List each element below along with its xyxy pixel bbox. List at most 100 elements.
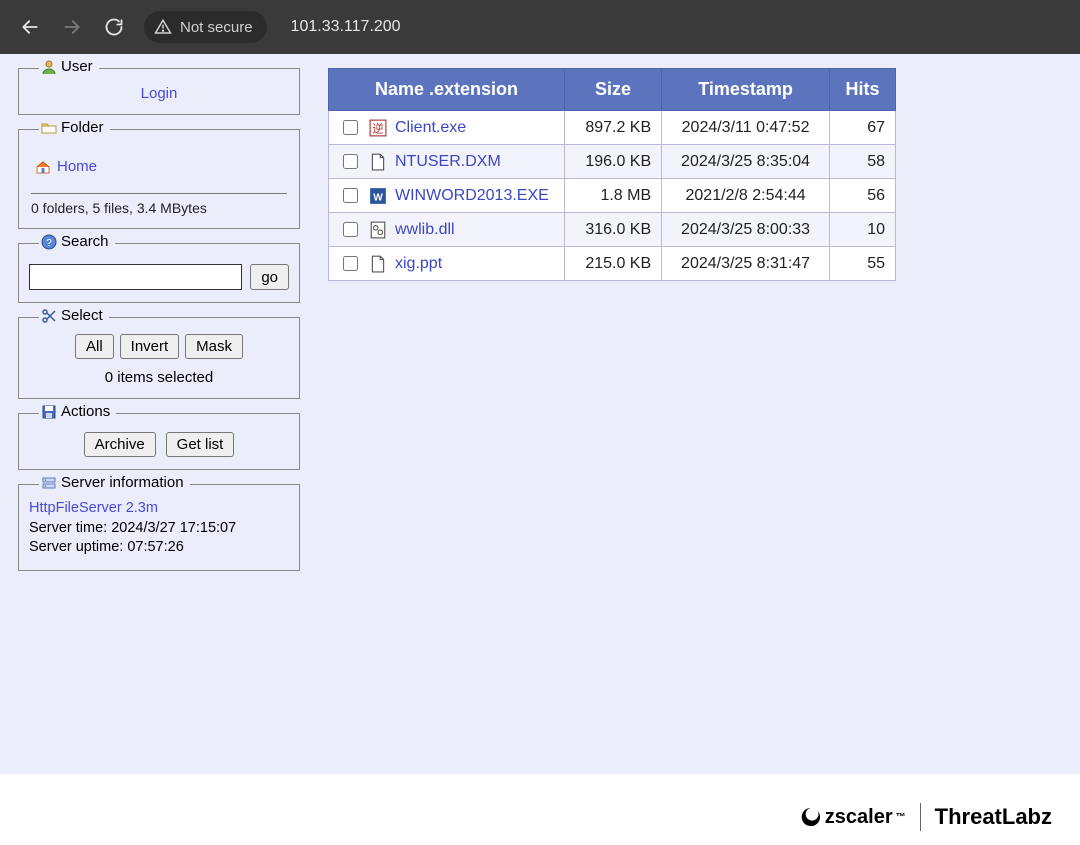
zscaler-logo: zscaler™ <box>800 806 906 829</box>
col-size[interactable]: Size <box>565 69 662 111</box>
forward-button[interactable] <box>62 17 82 37</box>
security-chip[interactable]: Not secure <box>144 11 267 43</box>
watermark: zscaler™ ThreatLabz <box>800 803 1052 831</box>
file-link[interactable]: Client.exe <box>395 119 466 137</box>
folder-status: 0 folders, 5 files, 3.4 MBytes <box>31 193 287 216</box>
arrow-right-icon <box>62 17 82 37</box>
server-product-link[interactable]: HttpFileServer 2.3m <box>29 500 158 516</box>
help-icon: ? <box>41 234 57 250</box>
search-panel: ? Search go <box>18 243 300 303</box>
select-all-button[interactable]: All <box>75 334 114 359</box>
search-input[interactable] <box>29 264 242 290</box>
svg-text:逆: 逆 <box>372 121 383 135</box>
select-invert-button[interactable]: Invert <box>120 334 180 359</box>
file-type-icon <box>369 153 387 171</box>
reload-button[interactable] <box>104 17 124 37</box>
select-panel-legend: Select <box>39 307 109 324</box>
cell-hits: 56 <box>829 179 895 213</box>
cell-timestamp: 2021/2/8 2:54:44 <box>662 179 830 213</box>
search-go-button[interactable]: go <box>250 264 289 290</box>
server-icon <box>41 475 57 491</box>
row-checkbox[interactable] <box>343 120 358 135</box>
folder-icon <box>41 120 57 136</box>
select-panel-title: Select <box>61 307 103 324</box>
nav-buttons <box>20 17 124 37</box>
row-checkbox[interactable] <box>343 188 358 203</box>
cell-timestamp: 2024/3/25 8:00:33 <box>662 213 830 247</box>
search-panel-legend: ? Search <box>39 233 115 250</box>
watermark-divider <box>920 803 921 831</box>
cell-hits: 67 <box>829 111 895 145</box>
address-bar-text[interactable]: 101.33.117.200 <box>291 18 401 36</box>
cell-hits: 10 <box>829 213 895 247</box>
home-link[interactable]: Home <box>57 158 97 175</box>
user-icon <box>41 59 57 75</box>
cell-size: 215.0 KB <box>565 247 662 281</box>
table-row: W WINWORD2013.EXE 1.8 MB2021/2/8 2:54:4456 <box>329 179 896 213</box>
user-panel-title: User <box>61 58 93 75</box>
cell-name: xig.ppt <box>329 247 565 281</box>
select-mask-button[interactable]: Mask <box>185 334 243 359</box>
col-hits[interactable]: Hits <box>829 69 895 111</box>
server-info-legend: Server information <box>39 474 190 491</box>
server-info-panel: Server information HttpFileServer 2.3m S… <box>18 484 300 571</box>
server-info-title: Server information <box>61 474 184 491</box>
arrow-left-icon <box>20 17 40 37</box>
back-button[interactable] <box>20 17 40 37</box>
file-type-icon: 逆 <box>369 119 387 137</box>
cell-size: 1.8 MB <box>565 179 662 213</box>
folder-panel-title: Folder <box>61 119 104 136</box>
sidebar: User Login Folder Home 0 folders, 5 file… <box>18 68 300 571</box>
table-row: NTUSER.DXM 196.0 KB2024/3/25 8:35:0458 <box>329 145 896 179</box>
login-link[interactable]: Login <box>141 85 178 102</box>
file-table: Name .extension Size Timestamp Hits 逆 Cli… <box>328 68 896 281</box>
col-name[interactable]: Name .extension <box>329 69 565 111</box>
file-type-icon: W <box>369 187 387 205</box>
folder-panel-legend: Folder <box>39 119 110 136</box>
cell-name: wwlib.dll <box>329 213 565 247</box>
table-row: xig.ppt215.0 KB2024/3/25 8:31:4755 <box>329 247 896 281</box>
cell-name: NTUSER.DXM <box>329 145 565 179</box>
file-link[interactable]: NTUSER.DXM <box>395 153 501 171</box>
select-status: 0 items selected <box>29 369 289 386</box>
row-checkbox[interactable] <box>343 256 358 271</box>
file-link[interactable]: xig.ppt <box>395 255 442 273</box>
cell-name: W WINWORD2013.EXE <box>329 179 565 213</box>
select-panel: Select All Invert Mask 0 items selected <box>18 317 300 399</box>
server-time-label: Server time: <box>29 520 111 536</box>
search-panel-title: Search <box>61 233 109 250</box>
home-icon <box>35 159 51 175</box>
row-checkbox[interactable] <box>343 222 358 237</box>
actions-panel-title: Actions <box>61 403 110 420</box>
cell-timestamp: 2024/3/25 8:31:47 <box>662 247 830 281</box>
cell-timestamp: 2024/3/11 0:47:52 <box>662 111 830 145</box>
file-link[interactable]: wwlib.dll <box>395 221 455 239</box>
page-body: User Login Folder Home 0 folders, 5 file… <box>0 54 1080 774</box>
file-type-icon <box>369 255 387 273</box>
folder-home-row: Home <box>35 158 283 175</box>
table-header-row: Name .extension Size Timestamp Hits <box>329 69 896 111</box>
save-icon <box>41 404 57 420</box>
server-uptime-label: Server uptime: <box>29 539 127 555</box>
reload-icon <box>104 17 124 37</box>
table-row: 逆Client.exe897.2 KB2024/3/11 0:47:5267 <box>329 111 896 145</box>
cell-size: 196.0 KB <box>565 145 662 179</box>
row-checkbox[interactable] <box>343 154 358 169</box>
server-time-value: 2024/3/27 17:15:07 <box>111 520 236 536</box>
archive-button[interactable]: Archive <box>84 432 156 457</box>
threatlabz-text: ThreatLabz <box>935 804 1052 830</box>
table-row: wwlib.dll 316.0 KB2024/3/25 8:00:3310 <box>329 213 896 247</box>
get-list-button[interactable]: Get list <box>166 432 235 457</box>
main-area: Name .extension Size Timestamp Hits 逆 Cli… <box>328 68 1062 571</box>
col-timestamp[interactable]: Timestamp <box>662 69 830 111</box>
svg-text:?: ? <box>46 238 52 249</box>
actions-panel: Actions Archive Get list <box>18 413 300 470</box>
warning-triangle-icon <box>154 18 172 36</box>
browser-chrome: Not secure 101.33.117.200 <box>0 0 1080 54</box>
file-type-icon <box>369 221 387 239</box>
file-link[interactable]: WINWORD2013.EXE <box>395 187 549 205</box>
user-panel-legend: User <box>39 58 99 75</box>
cell-hits: 58 <box>829 145 895 179</box>
cell-size: 316.0 KB <box>565 213 662 247</box>
cell-timestamp: 2024/3/25 8:35:04 <box>662 145 830 179</box>
